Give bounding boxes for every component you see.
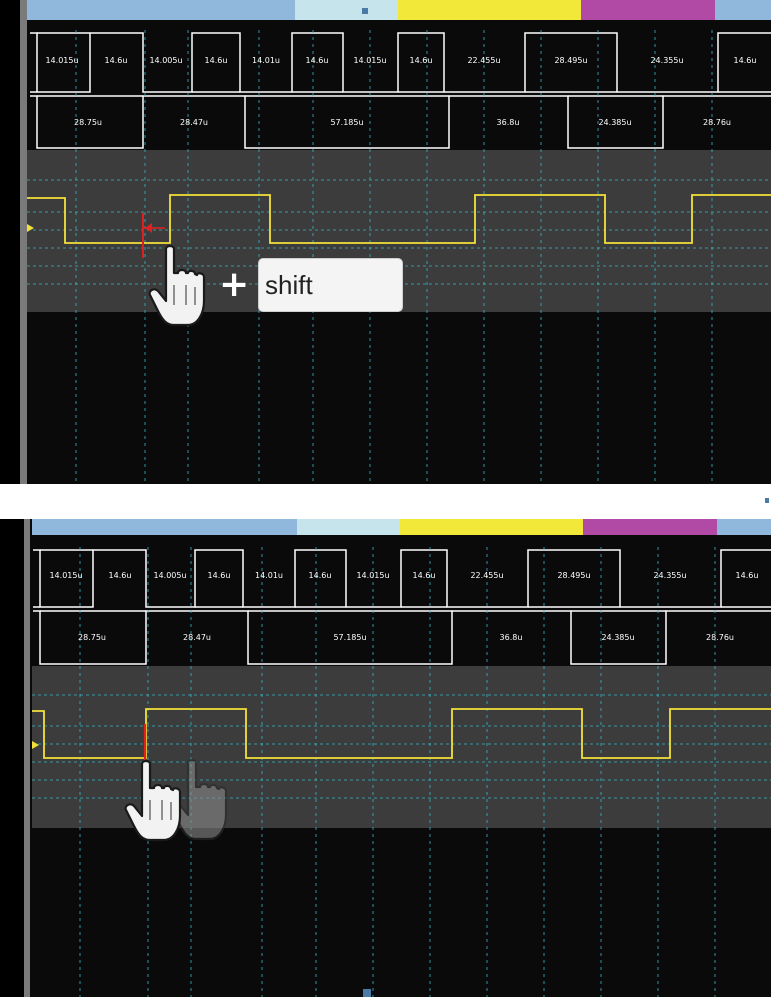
overview-strip-top[interactable] xyxy=(27,0,771,20)
bus-label: 28.495u xyxy=(554,56,587,65)
bus-row-2-trace xyxy=(30,95,771,149)
bus-label: 14.6u xyxy=(413,571,436,580)
bus-label: 14.6u xyxy=(734,56,757,65)
bus-label: 14.6u xyxy=(205,56,228,65)
bus-label: 22.455u xyxy=(470,571,503,580)
bus-label: 28.76u xyxy=(703,118,731,127)
bus-label: 36.8u xyxy=(497,118,520,127)
bus-label: 14.6u xyxy=(208,571,231,580)
panel-scrollbar-left[interactable] xyxy=(20,0,27,484)
bus-label: 14.01u xyxy=(255,571,283,580)
bus-row-2-labels: 28.75u 28.47u 57.185u 36.8u 24.385u 28.7… xyxy=(74,118,731,127)
bus-label: 28.495u xyxy=(557,571,590,580)
waveform-canvas-top[interactable]: 14.015u 14.6u 14.005u 14.6u 14.01u 14.6u… xyxy=(0,0,771,484)
bus-label: 57.185u xyxy=(330,118,363,127)
bus-label: 24.385u xyxy=(598,118,631,127)
bus-label: 14.6u xyxy=(109,571,132,580)
bus-label: 24.355u xyxy=(650,56,683,65)
bus-label: 28.47u xyxy=(180,118,208,127)
waveform-canvas-bottom[interactable]: 14.015u 14.6u 14.005u 14.6u 14.01u 14.6u… xyxy=(0,519,771,997)
bus-label: 14.6u xyxy=(410,56,433,65)
bus-row-1-labels: 14.015u 14.6u 14.005u 14.6u 14.01u 14.6u… xyxy=(49,571,758,580)
bus-label: 24.385u xyxy=(601,633,634,642)
bus-label: 22.455u xyxy=(467,56,500,65)
bus-row-2-trace xyxy=(33,610,771,665)
waveform-panel-top: 14.015u 14.6u 14.005u 14.6u 14.01u 14.6u… xyxy=(0,0,771,484)
bus-label: 28.75u xyxy=(74,118,102,127)
bus-row-1-labels: 14.015u 14.6u 14.005u 14.6u 14.01u 14.6u… xyxy=(45,56,756,65)
scroll-position-marker[interactable] xyxy=(363,989,371,997)
waveform-panel-bottom: 14.015u 14.6u 14.005u 14.6u 14.01u 14.6u… xyxy=(0,519,771,997)
bus-label: 14.015u xyxy=(353,56,386,65)
bus-label: 24.355u xyxy=(653,571,686,580)
bus-label: 14.015u xyxy=(49,571,82,580)
bus-label: 14.005u xyxy=(153,571,186,580)
bus-label: 14.015u xyxy=(45,56,78,65)
bus-label: 57.185u xyxy=(333,633,366,642)
overview-strip-bottom[interactable] xyxy=(32,519,771,535)
panel-left-frame xyxy=(0,0,20,484)
separator-mark xyxy=(765,498,769,503)
bus-label: 28.75u xyxy=(78,633,106,642)
bus-label: 14.6u xyxy=(306,56,329,65)
bus-label: 14.6u xyxy=(736,571,759,580)
bus-label: 14.6u xyxy=(309,571,332,580)
bus-label: 14.6u xyxy=(105,56,128,65)
bus-label: 14.01u xyxy=(252,56,280,65)
bus-label: 14.005u xyxy=(149,56,182,65)
bus-label: 36.8u xyxy=(500,633,523,642)
bus-label: 28.76u xyxy=(706,633,734,642)
bus-label: 28.47u xyxy=(183,633,211,642)
bus-row-2-labels: 28.75u 28.47u 57.185u 36.8u 24.385u 28.7… xyxy=(78,633,734,642)
shift-key-badge: shift xyxy=(258,258,403,312)
bus-label: 14.015u xyxy=(356,571,389,580)
plus-sign: + xyxy=(219,264,250,305)
panel-scrollbar-left[interactable] xyxy=(24,519,30,997)
